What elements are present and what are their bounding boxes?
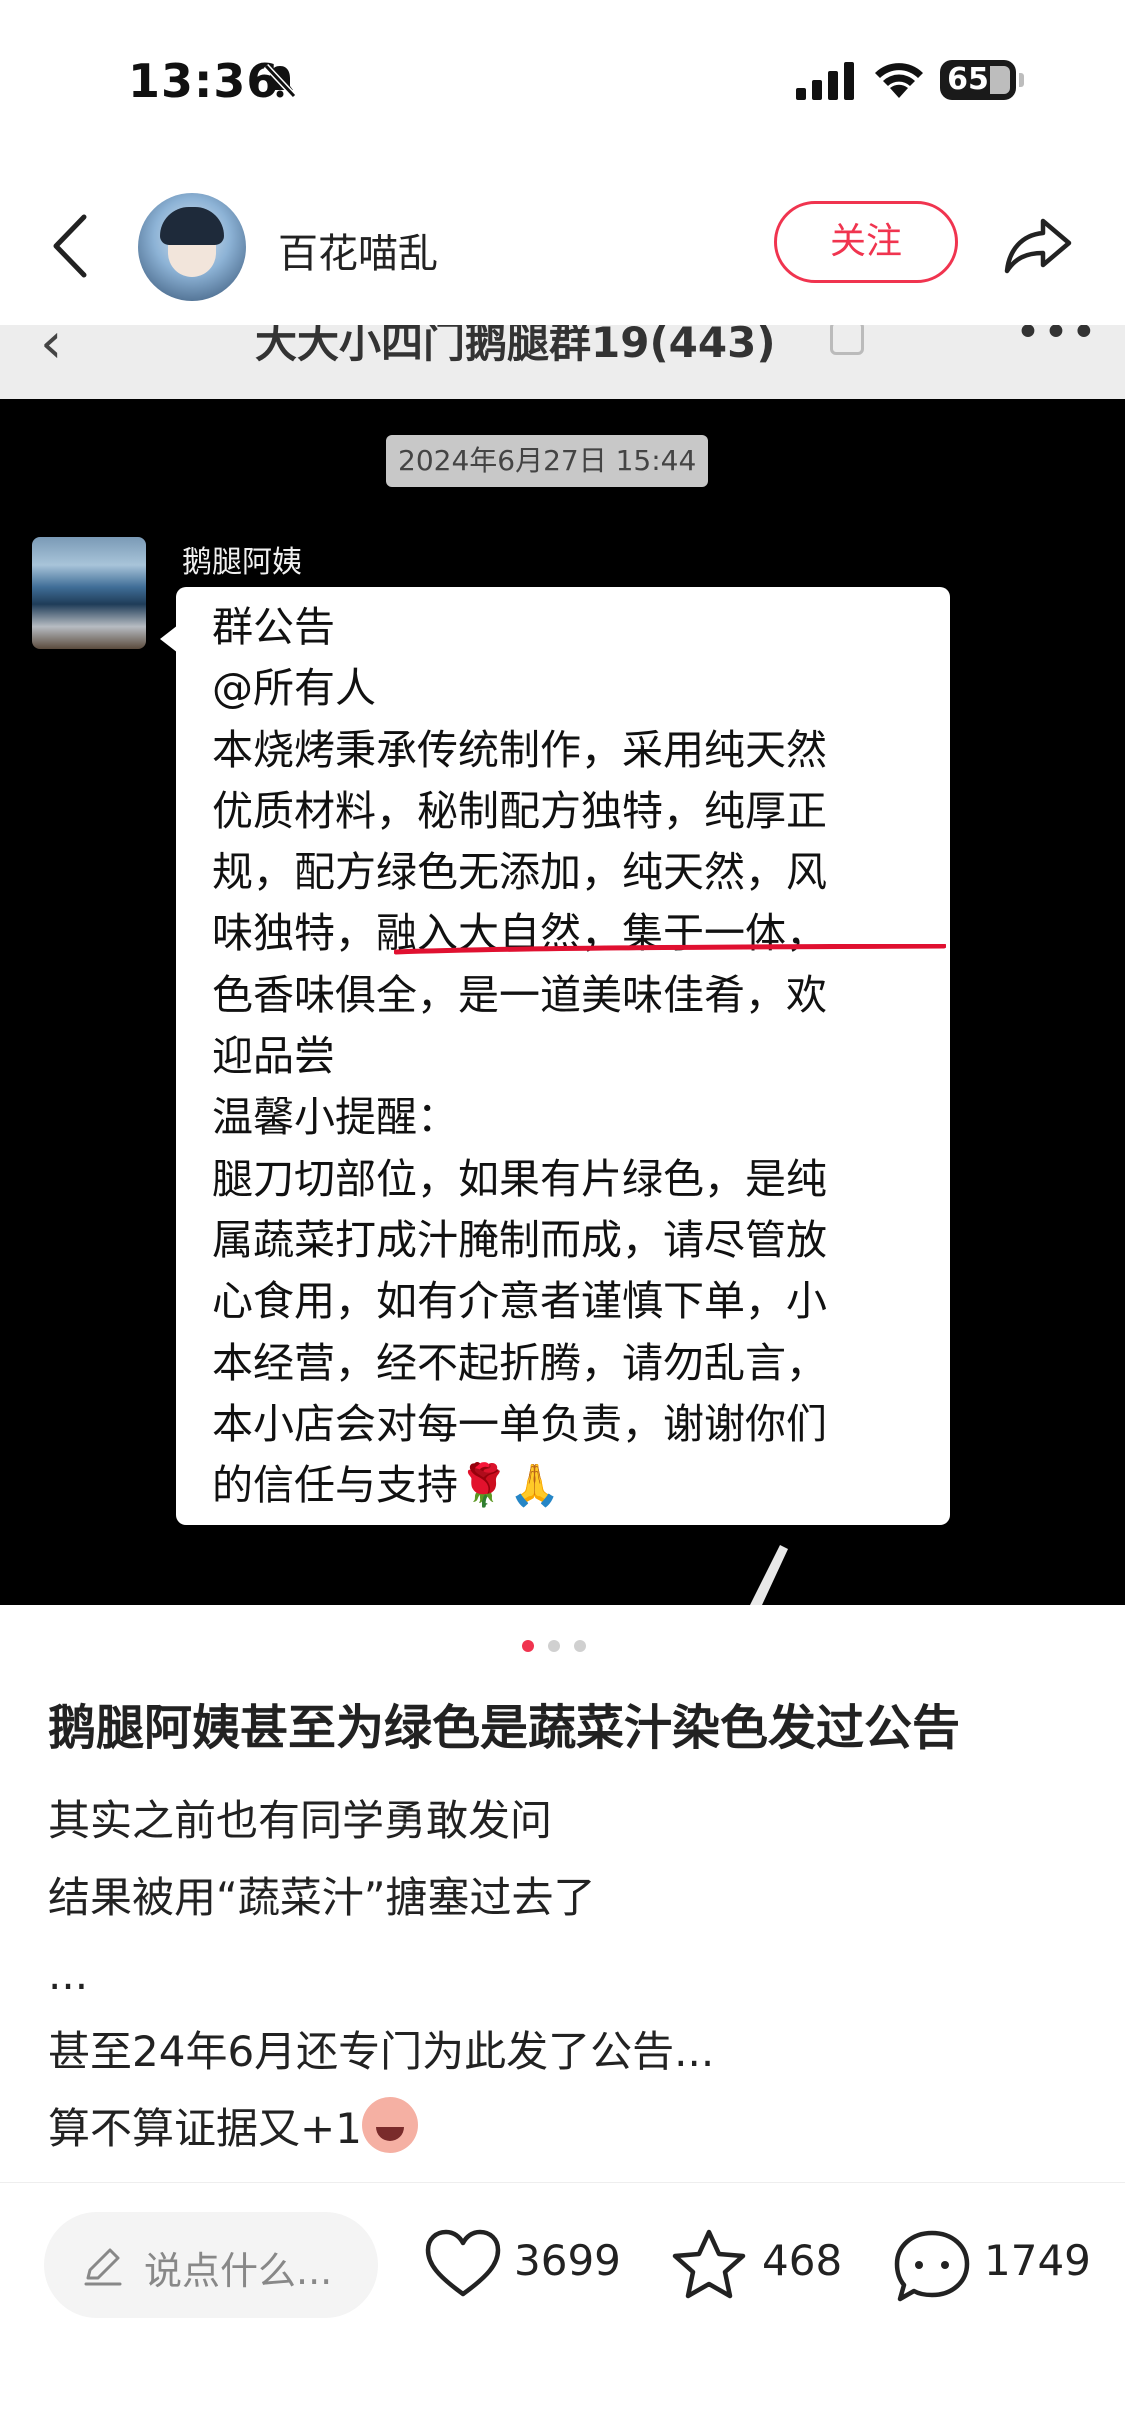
cellular-signal-icon (796, 62, 854, 100)
author-avatar[interactable] (138, 193, 246, 301)
post-header: 百花喵乱 关注 (0, 185, 1125, 305)
msg-line: @所有人 (212, 664, 376, 713)
msg-line: 本小店会对每一单负责，谢谢你们 (212, 1399, 827, 1448)
carousel-dot (548, 1640, 560, 1652)
chat-bubble-icon (894, 2230, 970, 2302)
collect-button[interactable]: 468 (670, 2228, 850, 2304)
mute-bell-icon (263, 63, 297, 99)
background-streak (750, 1545, 788, 1605)
msg-line: 色香味俱全，是一道美味佳肴，欢 (212, 970, 827, 1019)
msg-line-last: 的信任与支持🌹🙏 (212, 1455, 924, 1516)
msg-line: 群公告 (212, 603, 335, 651)
post-title: 鹅腿阿姨甚至为绿色是蔬菜汁染色发过公告 (48, 1700, 961, 1756)
post-line: 甚至24年6月还专门为此发了公告... (48, 2027, 715, 2076)
chat-timestamp: 2024年6月27日 15:44 (386, 435, 709, 487)
follow-button[interactable]: 关注 (774, 201, 958, 283)
like-button[interactable]: 3699 (424, 2228, 624, 2304)
red-underline-annotation (394, 944, 946, 955)
carousel-indicator (522, 1637, 600, 1656)
back-chevron-icon[interactable] (48, 211, 92, 281)
carousel-dot-active (522, 1640, 534, 1652)
comment-button[interactable]: 1749 (892, 2228, 1092, 2304)
status-time: 13:36 (128, 54, 280, 108)
author-name[interactable]: 百花喵乱 (278, 221, 438, 279)
chat-mute-icon (830, 325, 864, 355)
sender-name: 鹅腿阿姨 (182, 545, 302, 580)
announcement-bubble: 群公告 @所有人 本烧烤秉承传统制作，采用纯天然 优质材料，秘制配方独特，纯厚正… (176, 587, 950, 1525)
msg-line: 温馨小提醒： (212, 1093, 458, 1142)
collect-count: 468 (762, 2236, 843, 2285)
msg-line: 的信任与支持 (212, 1461, 458, 1510)
battery-icon: 65 (940, 60, 1024, 100)
chat-top-bar: ‹ 大大小四门鹅腿群19(443) ••• (0, 325, 1125, 399)
sender-avatar (32, 537, 146, 649)
comment-count: 1749 (984, 2236, 1091, 2285)
announcement-text: 群公告 @所有人 本烧烤秉承传统制作，采用纯天然 优质材料，秘制配方独特，纯厚正… (212, 597, 924, 1516)
status-bar: 13:36 65 (0, 0, 1125, 160)
carousel-dot (574, 1640, 586, 1652)
like-count: 3699 (514, 2236, 621, 2285)
post-body: 其实之前也有同学勇敢发问 结果被用“蔬菜汁”搪塞过去了 ... 甚至24年6月还… (48, 1782, 714, 2167)
chat-more-icon: ••• (1015, 325, 1099, 358)
heart-icon (425, 2229, 501, 2297)
msg-line: 属蔬菜打成汁腌制而成，请尽管放 (212, 1215, 827, 1264)
post-line: 算不算证据又+1 (48, 2104, 362, 2153)
msg-line: 本烧烤秉承传统制作，采用纯天然 (212, 725, 827, 774)
msg-line: 规，配方绿色无添加，纯天然，风 (212, 848, 827, 897)
msg-line: 腿刀切部位，如果有片绿色，是纯 (212, 1154, 827, 1203)
post-line: 结果被用“蔬菜汁”搪塞过去了 (48, 1873, 596, 1922)
comment-placeholder: 说点什么... (144, 2249, 333, 2293)
crying-face-emoji (361, 2097, 418, 2153)
share-icon[interactable] (1003, 215, 1073, 275)
chat-group-title: 大大小四门鹅腿群19(443) (255, 325, 776, 367)
msg-line: 优质材料，秘制配方独特，纯厚正 (212, 786, 827, 835)
msg-line: 迎品尝 (212, 1032, 335, 1081)
bottom-divider (0, 2182, 1125, 2183)
post-line-last: 算不算证据又+1 (48, 2090, 714, 2167)
rose-pray-emoji: 🌹🙏 (458, 1461, 561, 1510)
pencil-icon (84, 2248, 122, 2286)
post-line: ... (48, 1950, 89, 1999)
msg-line: 本经营，经不起折腾，请勿乱言， (212, 1338, 827, 1387)
post-line: 其实之前也有同学勇敢发问 (48, 1796, 553, 1845)
post-image[interactable]: ‹ 大大小四门鹅腿群19(443) ••• 2024年6月27日 15:44 鹅… (0, 325, 1125, 1605)
msg-line: 心食用，如有介意者谨慎下单，小 (212, 1277, 827, 1326)
battery-level: 65 (947, 62, 989, 97)
comment-input[interactable]: 说点什么... (44, 2212, 378, 2318)
wifi-icon (875, 63, 923, 98)
star-icon (672, 2229, 746, 2299)
chat-back-icon: ‹ (40, 325, 63, 376)
